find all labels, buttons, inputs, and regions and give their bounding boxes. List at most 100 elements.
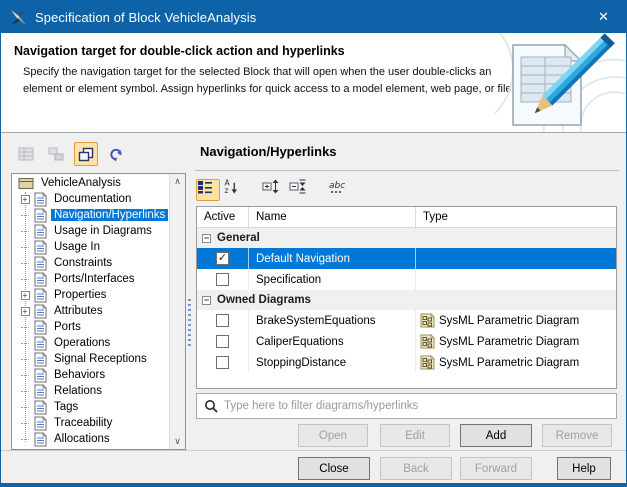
tree-item-label: VehicleAnalysis xyxy=(38,177,124,189)
tree-item-relations[interactable]: Relations xyxy=(12,383,168,399)
tree-branch-connector xyxy=(18,375,32,376)
collapse-all-icon[interactable] xyxy=(289,179,313,201)
spec-node-icon xyxy=(34,320,47,335)
table-row-caliperequations[interactable]: CaliperEquations SysML Parametric Diagram xyxy=(197,331,616,352)
spec-node-icon xyxy=(34,288,47,303)
table-row-stoppingdistance[interactable]: StoppingDistanceSysML Parametric Diagram xyxy=(197,352,616,373)
tree-item-operations[interactable]: Operations xyxy=(12,335,168,351)
tree-item-usage-in-diagrams[interactable]: Usage in Diagrams xyxy=(12,223,168,239)
tree-item-properties[interactable]: + Properties xyxy=(12,287,168,303)
tree-branch-connector xyxy=(18,263,32,264)
checkbox-checked[interactable]: ✓ xyxy=(216,252,229,265)
type-label: SysML Parametric Diagram xyxy=(439,336,579,348)
tree-expander-icon[interactable]: + xyxy=(18,307,32,316)
tree-item-ports[interactable]: Ports xyxy=(12,319,168,335)
tree-item-label: Tags xyxy=(51,401,81,413)
open-button: Open xyxy=(298,424,368,447)
tree-item-label: Properties xyxy=(51,289,109,301)
table-row-default-navigation[interactable]: ✓ Default Navigation xyxy=(197,248,616,269)
tree-item-vehicleanalysis[interactable]: VehicleAnalysis xyxy=(12,175,168,191)
properties-list-view-icon[interactable] xyxy=(14,142,38,166)
tree-item-label: Ports/Interfaces xyxy=(51,273,138,285)
tree-scrollbar[interactable]: ∧ ∨ xyxy=(169,174,185,449)
svg-text:z: z xyxy=(224,186,228,194)
tree-item-label: Allocations xyxy=(51,433,113,445)
checkbox-unchecked[interactable] xyxy=(216,335,229,348)
add-button[interactable]: Add xyxy=(460,424,532,447)
scroll-down-icon[interactable]: ∨ xyxy=(170,434,185,449)
refresh-icon[interactable] xyxy=(104,142,128,166)
tree-item-list: VehicleAnalysis +DocumentationNavigation/… xyxy=(12,175,168,447)
table-toolbar: A z xyxy=(196,178,355,202)
spec-node-icon xyxy=(34,272,47,287)
tree-item-attributes[interactable]: +Attributes xyxy=(12,303,168,319)
hierarchy-view-icon[interactable] xyxy=(44,142,68,166)
group-row-owned-diagrams[interactable]: −Owned Diagrams xyxy=(197,290,616,310)
group-collapse-icon[interactable]: − xyxy=(202,296,211,305)
panel-splitter-handle[interactable] xyxy=(188,299,191,347)
sort-alphabetically-icon[interactable]: A z xyxy=(223,179,247,201)
sysml-parametric-diagram-icon xyxy=(420,313,435,328)
document-pencil-illustration xyxy=(485,33,625,132)
spec-node-icon xyxy=(34,208,47,223)
dialog-header: Navigation target for double-click actio… xyxy=(1,33,626,133)
type-cell[interactable]: SysML Parametric Diagram xyxy=(416,331,616,352)
table-header-row: Active Name Type xyxy=(197,207,616,228)
scroll-up-icon[interactable]: ∧ xyxy=(170,174,185,189)
spec-node-icon xyxy=(34,240,47,255)
type-cell[interactable] xyxy=(416,269,616,290)
tree-item-ports-interfaces[interactable]: Ports/Interfaces xyxy=(12,271,168,287)
name-cell[interactable]: StoppingDistance xyxy=(249,352,416,373)
tree-branch-connector xyxy=(18,343,32,344)
tree-branch-connector xyxy=(18,327,32,328)
table-row-specification[interactable]: Specification xyxy=(197,269,616,290)
close-button[interactable]: Close xyxy=(298,457,370,480)
column-header-active[interactable]: Active xyxy=(197,207,249,227)
checkbox-unchecked[interactable] xyxy=(216,273,229,286)
type-cell[interactable]: SysML Parametric Diagram xyxy=(416,310,616,331)
spec-node-icon xyxy=(34,336,47,351)
tree-expander-icon[interactable]: + xyxy=(18,291,32,300)
spec-node-icon xyxy=(34,256,47,271)
group-collapse-icon[interactable]: − xyxy=(202,234,211,243)
block-icon xyxy=(18,177,34,190)
tree-item-allocations[interactable]: Allocations xyxy=(12,431,168,447)
tree-item-documentation[interactable]: +Documentation xyxy=(12,191,168,207)
tree-branch-connector xyxy=(18,231,32,232)
name-cell[interactable]: Default Navigation xyxy=(249,248,416,269)
tree-item-signal-receptions[interactable]: Signal Receptions xyxy=(12,351,168,367)
close-window-button[interactable]: ✕ xyxy=(581,1,626,33)
checkbox-unchecked[interactable] xyxy=(216,356,229,369)
filter-input[interactable] xyxy=(224,394,616,418)
tree-item-behaviors[interactable]: Behaviors xyxy=(12,367,168,383)
tree-item-usage-in[interactable]: Usage In xyxy=(12,239,168,255)
expand-all-icon[interactable] xyxy=(262,179,286,201)
tree-item-tags[interactable]: Tags xyxy=(12,399,168,415)
spec-node-icon xyxy=(34,384,47,399)
remove-button: Remove xyxy=(542,424,612,447)
table-row-brakesystemequations[interactable]: BrakeSystemEquationsSysML Parametric Dia… xyxy=(197,310,616,331)
tree-branch-connector xyxy=(18,279,32,280)
checkbox-unchecked[interactable] xyxy=(216,314,229,327)
standard-mode-icon[interactable] xyxy=(74,142,98,166)
tree-expander-icon[interactable]: + xyxy=(18,195,32,204)
help-button[interactable]: Help xyxy=(557,457,611,480)
column-header-name[interactable]: Name xyxy=(249,207,416,227)
title-bar[interactable]: Specification of Block VehicleAnalysis ✕ xyxy=(1,1,626,33)
name-cell[interactable]: BrakeSystemEquations xyxy=(249,310,416,331)
categorized-view-icon[interactable] xyxy=(196,179,220,201)
name-cell[interactable]: Specification xyxy=(249,269,416,290)
column-header-type[interactable]: Type xyxy=(416,207,616,227)
type-cell[interactable]: SysML Parametric Diagram xyxy=(416,352,616,373)
name-cell[interactable]: CaliperEquations xyxy=(249,331,416,352)
hyperlinks-table: Active Name Type −General ✓ Default Naviga… xyxy=(196,206,617,389)
type-cell[interactable] xyxy=(416,248,616,269)
tree-branch-connector xyxy=(18,407,32,408)
tree-item-label: Operations xyxy=(51,337,113,349)
tree-item-traceability[interactable]: Traceability xyxy=(12,415,168,431)
group-row-general[interactable]: −General xyxy=(197,228,616,248)
tree-item-constraints[interactable]: Constraints xyxy=(12,255,168,271)
forward-button: Forward xyxy=(460,457,532,480)
show-description-icon[interactable]: abc xyxy=(328,179,352,201)
tree-item-navigation-hyperlinks[interactable]: Navigation/Hyperlinks xyxy=(12,207,168,223)
